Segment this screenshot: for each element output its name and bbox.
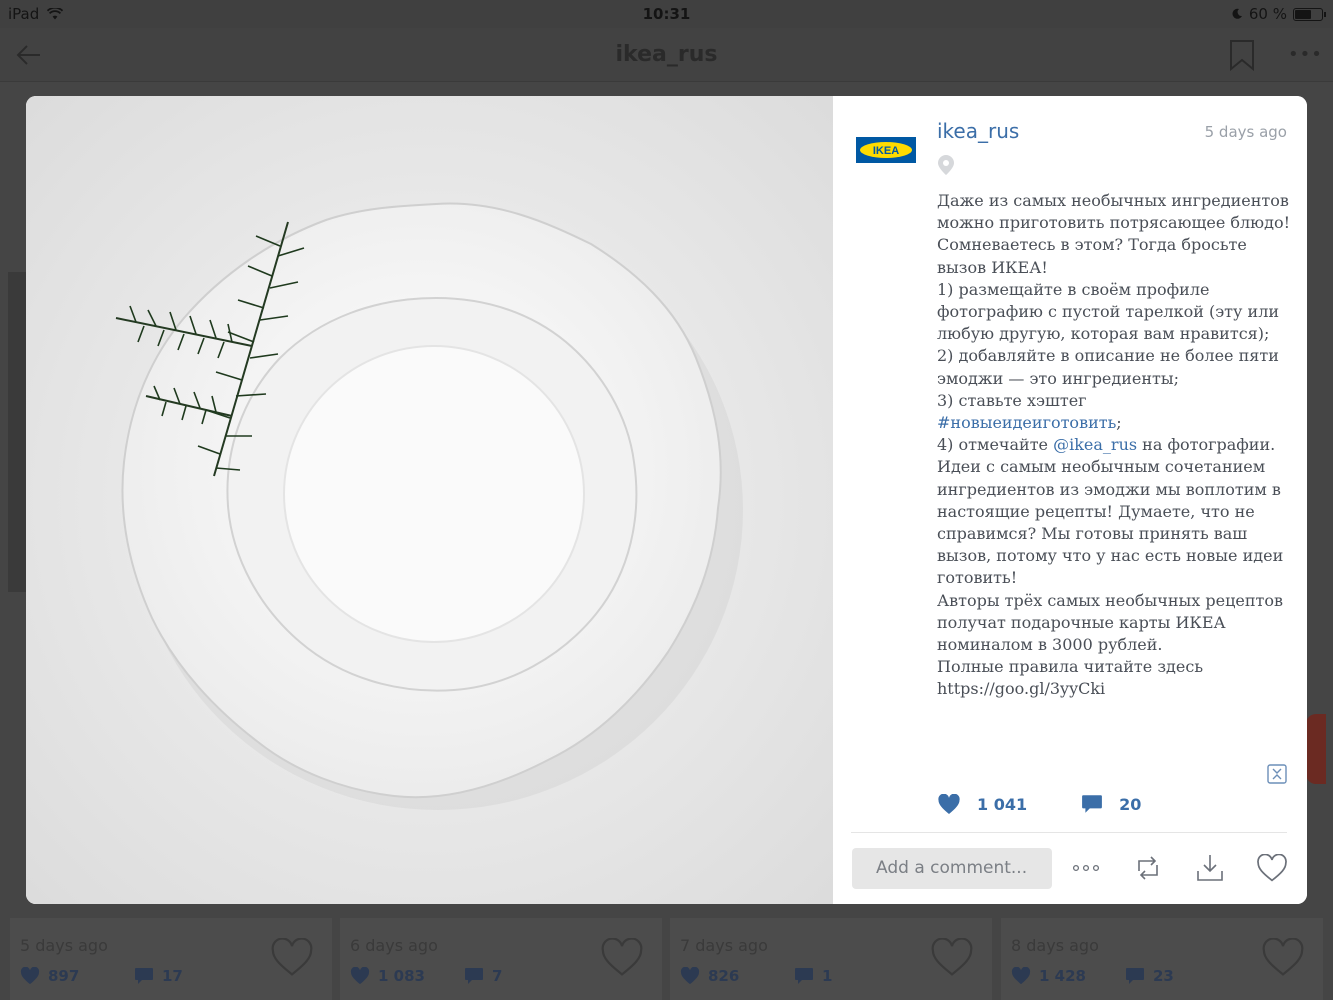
plates-illustration [26, 96, 833, 904]
caption-mention[interactable]: @ikea_rus [1053, 435, 1137, 454]
background-card[interactable]: 8 days ago 1 428 23 [1001, 918, 1323, 1000]
bookmark-icon[interactable] [1229, 39, 1255, 71]
card-time: 5 days ago [20, 936, 108, 955]
post-details-panel: IKEA ikea_rus 5 days ago Даже из самых н… [833, 96, 1307, 904]
add-comment-button[interactable]: Add a comment... [852, 848, 1052, 889]
heart-outline-icon[interactable] [270, 938, 314, 978]
post-photo[interactable] [26, 96, 833, 904]
card-likes: 1 428 [1039, 967, 1086, 985]
comment-icon [135, 968, 153, 984]
divider [851, 832, 1287, 833]
caption-hashtag[interactable]: #новыеидеиготовить [937, 413, 1116, 432]
caption-text: Даже из самых необычных ингредиентов мож… [937, 191, 1291, 410]
heart-icon[interactable] [937, 793, 961, 815]
like-button[interactable] [1255, 850, 1289, 886]
download-button[interactable] [1193, 850, 1227, 886]
more-options-button[interactable] [1069, 850, 1103, 886]
card-likes: 1 083 [378, 967, 425, 985]
comments-count: 20 [1119, 794, 1142, 814]
heart-outline-icon[interactable] [1261, 938, 1305, 978]
heart-outline-icon[interactable] [930, 938, 974, 978]
background-card[interactable]: 7 days ago 826 1 [670, 918, 992, 1000]
card-comments: 23 [1153, 967, 1174, 985]
card-comments: 17 [162, 967, 183, 985]
more-icon[interactable]: ••• [1288, 44, 1322, 65]
card-time: 6 days ago [350, 936, 438, 955]
clock: 10:31 [642, 5, 691, 23]
heart-outline-icon[interactable] [600, 938, 644, 978]
download-icon [1197, 855, 1223, 881]
card-time: 7 days ago [680, 936, 768, 955]
heart-outline-icon [1257, 853, 1287, 881]
comment-icon [1126, 968, 1144, 984]
card-comments: 1 [822, 967, 833, 985]
collapse-icon[interactable] [1267, 764, 1287, 784]
nav-title: ikea_rus [615, 42, 718, 67]
repost-icon [1138, 856, 1158, 880]
card-time: 8 days ago [1011, 936, 1099, 955]
background-card[interactable]: 5 days ago 897 17 [10, 918, 332, 1000]
location-pin-icon[interactable] [937, 154, 955, 176]
background-thumbnail [1306, 714, 1326, 784]
battery-icon [1293, 7, 1326, 21]
status-bar: iPad 10:31 60 % [0, 0, 1333, 28]
post-caption: Даже из самых необычных ингредиентов мож… [937, 190, 1293, 701]
heart-icon [1011, 967, 1031, 985]
post-stats: 1 041 20 [937, 790, 1141, 818]
heart-icon [20, 967, 40, 985]
comment-icon [465, 968, 483, 984]
caption-text: на фотографии. Идеи с самым необычным со… [937, 435, 1284, 699]
card-likes: 826 [708, 967, 740, 985]
background-thumbnail [8, 272, 26, 592]
moon-icon [1232, 8, 1242, 19]
background-card[interactable]: 6 days ago 1 083 7 [340, 918, 662, 1000]
ikea-logo[interactable]: IKEA [856, 137, 916, 163]
more-icon [1072, 864, 1100, 872]
card-likes: 897 [48, 967, 80, 985]
post-username[interactable]: ikea_rus [937, 119, 1019, 143]
card-comments: 7 [492, 967, 503, 985]
heart-icon [680, 967, 700, 985]
post-modal: IKEA ikea_rus 5 days ago Даже из самых н… [26, 96, 1307, 904]
repost-button[interactable] [1131, 850, 1165, 886]
battery-percent: 60 % [1248, 5, 1287, 23]
comment-icon[interactable] [1081, 794, 1103, 814]
heart-icon [350, 967, 370, 985]
nav-bar: ikea_rus ••• [0, 28, 1333, 82]
comment-icon [795, 968, 813, 984]
likes-count: 1 041 [977, 794, 1028, 814]
ikea-logo-text: IKEA [873, 145, 899, 157]
post-time: 5 days ago [1204, 123, 1287, 141]
